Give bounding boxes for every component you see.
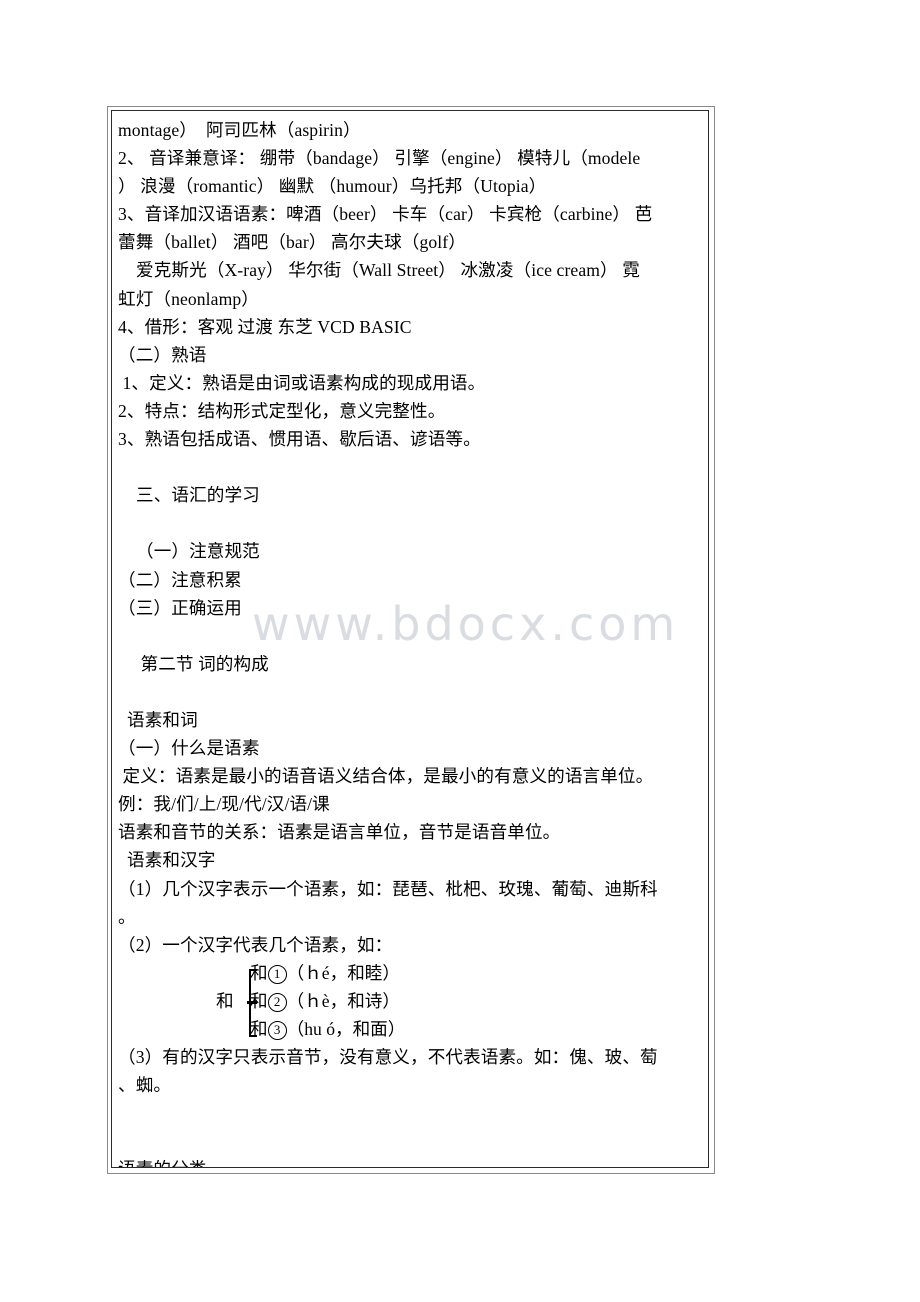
text-line: 4、借形：客观 过渡 东芝 VCD BASIC (118, 316, 412, 337)
text-line: （二）熟语 (118, 344, 207, 365)
text-line: 爱克斯光（X-ray） 华尔街（Wall Street） 冰激凌（ice cre… (118, 260, 640, 281)
brace-row-detail: （hu ó，和面） (286, 1019, 406, 1039)
text-line: 语素和音节的关系：语素是语言单位，音节是语音单位。 (118, 822, 561, 843)
text-line: 定义：语素是最小的语音语义结合体，是最小的有意义的语言单位。 (118, 766, 654, 787)
document-frame: www.bdocx.com montage） 阿司匹林（aspirin） 2、 … (107, 106, 715, 1174)
section-heading: 三、语汇的学习 (118, 485, 260, 506)
brace-row-detail: （ｈè，和诗） (286, 990, 400, 1011)
section-heading: 第二节 词的构成 (118, 653, 269, 674)
brace-row: 和 2 （ｈè，和诗） (250, 987, 702, 1015)
text-line: （二）注意积累 (118, 569, 242, 590)
text-line: 虹灯（neonlamp） (118, 288, 259, 309)
text-line: 蕾舞（ballet） 酒吧（bar） 高尔夫球（golf） (118, 232, 466, 253)
text-line: （1）几个汉字表示一个语素，如：琵琶、枇杷、玫瑰、葡萄、迪斯科 (118, 878, 658, 899)
text-line: （3）有的汉字只表示音节，没有意义，不代表语素。如：傀、玻、萄 (118, 1047, 658, 1068)
text-line: （一）什么是语素 (118, 738, 260, 759)
brace-row-head: 和 (250, 1019, 268, 1039)
text-line: （三）正确运用 (118, 597, 242, 618)
brace-row: 和 1 （ｈé，和睦） (250, 959, 702, 987)
subsection-heading: 语素的分类 (118, 1155, 702, 1167)
text-line: montage） 阿司匹林（aspirin） (118, 120, 361, 140)
text-line: 。 (118, 906, 136, 927)
text-line: 3、音译加汉语语素：啤酒（beer） 卡车（car） 卡宾枪（carbine） … (118, 204, 653, 225)
text-line: 1、定义：熟语是由词或语素构成的现成用语。 (118, 372, 486, 393)
text-line: 例：我/们/上/现/代/汉/语/课 (118, 794, 330, 815)
brace-lead-label: 和 (216, 990, 234, 1011)
circled-number-icon: 3 (267, 1021, 287, 1040)
document-text-body: montage） 阿司匹林（aspirin） 2、 音译兼意译： 绷带（band… (112, 111, 708, 1167)
brace-row: 和 3 （hu ó，和面） (250, 1015, 702, 1043)
brace-row-detail: （ｈé，和睦） (286, 962, 400, 983)
brace-row-head: 和 (250, 990, 268, 1011)
text-line: 3、熟语包括成语、惯用语、歇后语、谚语等。 (118, 429, 481, 450)
text-line: 、蜘。 (118, 1075, 172, 1096)
brace-row-head: 和 (250, 962, 268, 983)
text-line: （2）一个汉字代表几个语素，如： (118, 934, 393, 955)
text-line: 语素和汉字 (118, 850, 216, 871)
document-inner-border: www.bdocx.com montage） 阿司匹林（aspirin） 2、 … (111, 110, 709, 1168)
text-line: 2、特点：结构形式定型化，意义完整性。 (118, 400, 446, 421)
brace-diagram: 和 和 1 （ｈé，和睦） 和 2 （ｈè，和诗） 和 3 （hu ó，和面） (118, 959, 702, 1043)
circled-number-icon: 1 (267, 964, 287, 984)
text-line: （一）注意规范 (118, 541, 260, 562)
text-line: ） 浪漫（romantic） 幽默 （humour）乌托邦（Utopia） (118, 176, 547, 197)
circled-number-icon: 2 (267, 992, 287, 1012)
text-line: 语素和词 (118, 709, 198, 730)
text-line: 2、 音译兼意译： 绷带（bandage） 引擎（engine） 模特儿（mod… (118, 148, 641, 169)
